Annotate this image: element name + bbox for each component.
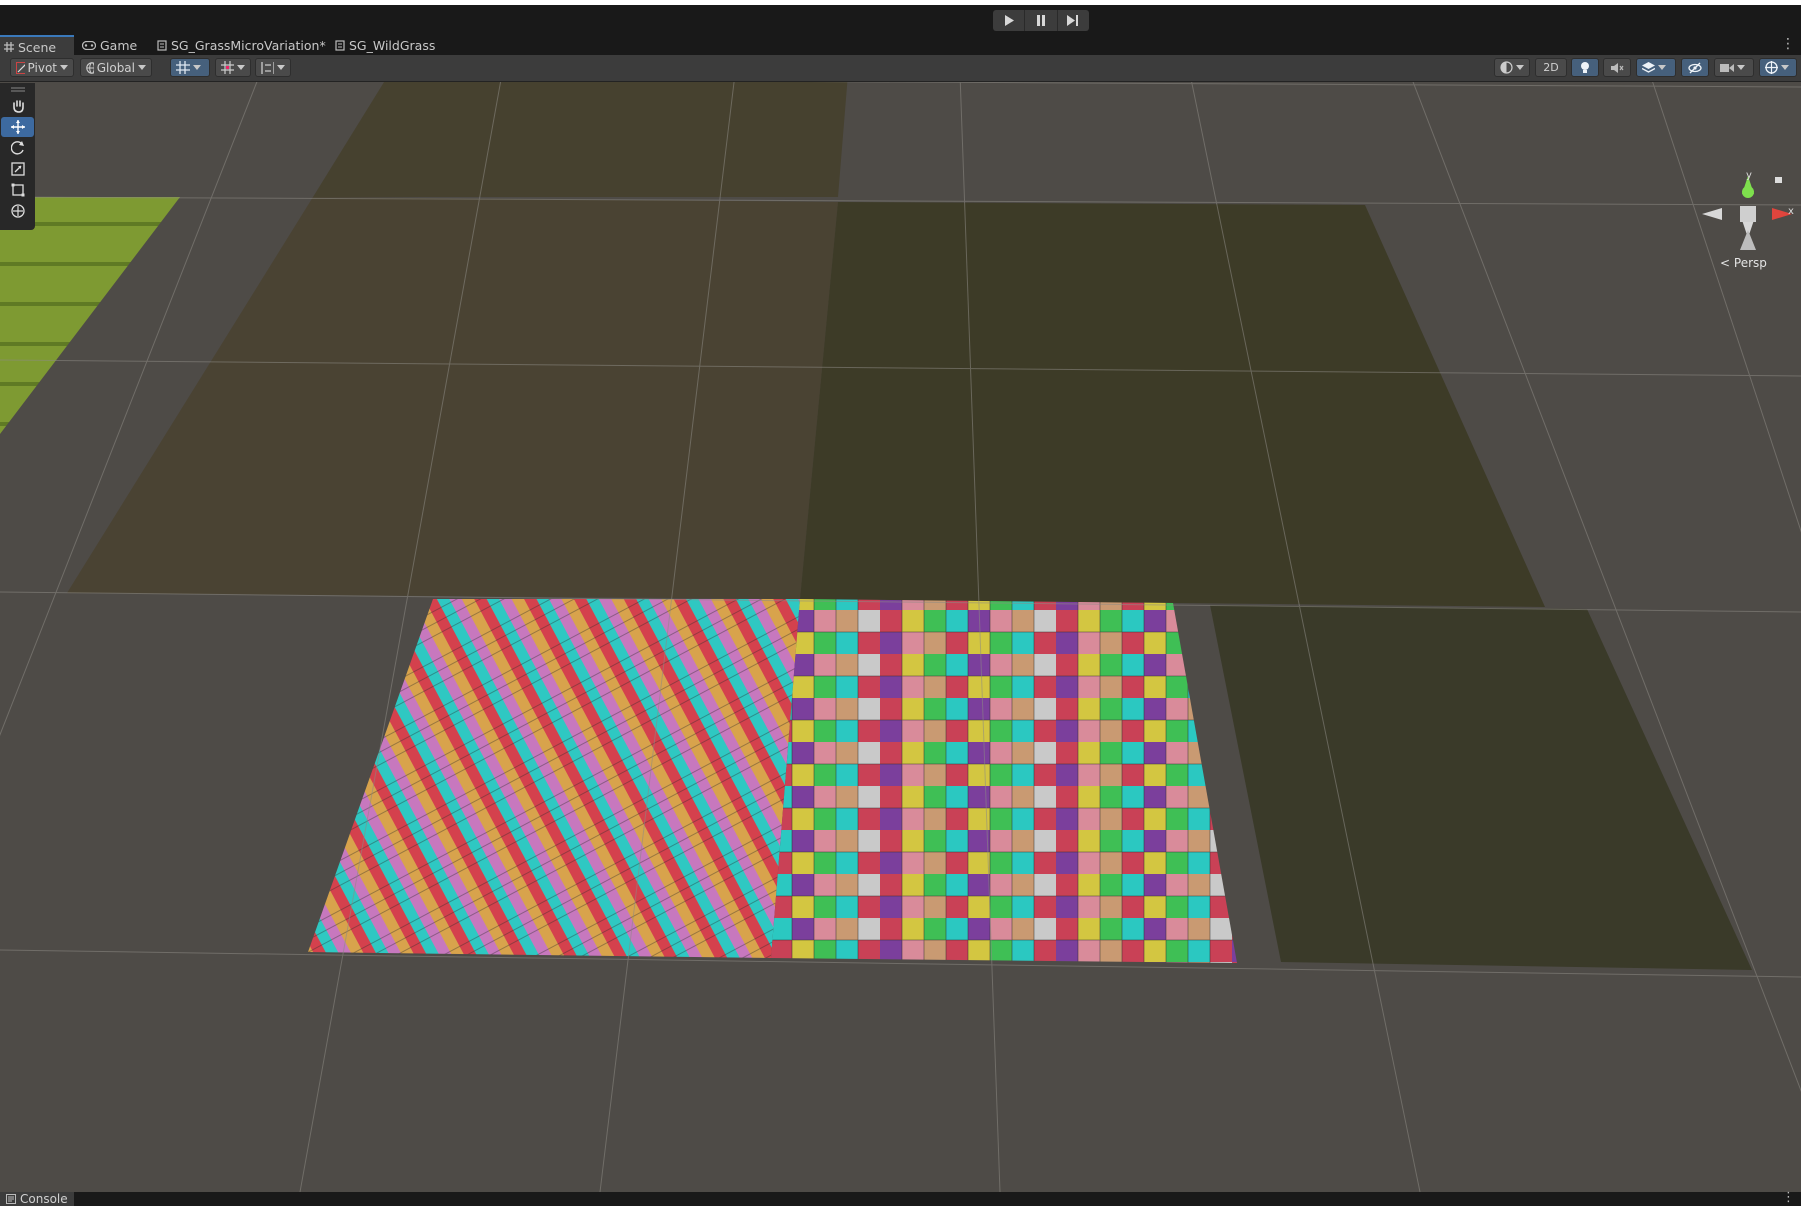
tab-sg-grass-micro-variation[interactable]: SG_GrassMicroVariation* [153, 36, 330, 55]
visibility-icon [1688, 62, 1702, 73]
playmode-controls [993, 10, 1089, 31]
pause-button[interactable] [1025, 10, 1058, 31]
global-label: Global [96, 60, 135, 75]
align-icon [261, 61, 274, 74]
gizmo-x-label: x [1788, 206, 1794, 217]
tab-menu-icon[interactable]: ⋮ [1781, 36, 1795, 52]
editor-tab-bar: Scene Game SG_GrassMicroVariation* SG_Wi… [0, 35, 1801, 57]
step-icon [1067, 15, 1079, 26]
rect-icon [11, 183, 24, 197]
tab-game[interactable]: Game [78, 36, 141, 55]
audio-mute-icon [1610, 62, 1623, 73]
scale-tool[interactable] [1, 159, 34, 179]
scene-visibility-toggle[interactable] [1681, 58, 1709, 77]
tab-label: SG_GrassMicroVariation* [171, 38, 326, 53]
hand-icon [12, 100, 24, 113]
tab-label: Game [100, 38, 138, 53]
transform-icon [10, 204, 25, 218]
pivot-dropdown[interactable]: Pivot [10, 58, 74, 77]
shader-graph-icon [157, 40, 167, 51]
camera-icon [1720, 63, 1734, 72]
lightbulb-icon [1581, 62, 1589, 73]
shader-graph-icon [335, 40, 345, 51]
console-icon [6, 1194, 16, 1204]
grid-snapping-toggle[interactable] [170, 58, 210, 77]
move-icon [10, 120, 25, 134]
tools-overlay [0, 83, 35, 230]
playmode-bar [0, 5, 1801, 36]
chevron-left-icon: < [1720, 256, 1731, 270]
console-menu-icon[interactable]: ⋮ [1782, 1190, 1795, 1205]
pause-icon [1036, 15, 1045, 26]
incremental-snap-dropdown[interactable] [215, 58, 251, 77]
tab-label: Scene [18, 39, 57, 55]
chevron-down-icon [1781, 65, 1789, 70]
global-dropdown[interactable]: Global [80, 58, 152, 77]
tab-console[interactable]: Console [0, 1192, 74, 1206]
shading-mode-icon [1500, 61, 1513, 74]
step-button[interactable] [1058, 10, 1089, 31]
scene-lighting-toggle[interactable] [1571, 58, 1599, 77]
chevron-down-icon [60, 65, 68, 70]
chevron-down-icon [277, 65, 285, 70]
transform-tool[interactable] [1, 201, 34, 221]
rotate-tool[interactable] [1, 138, 34, 158]
draw-mode-dropdown[interactable] [1494, 58, 1530, 77]
tab-label: SG_WildGrass [349, 38, 436, 53]
scene-render [0, 82, 1801, 1192]
align-dropdown[interactable] [255, 58, 291, 77]
snap-increment-icon [221, 61, 234, 74]
chevron-down-icon [1516, 65, 1524, 70]
hand-tool[interactable] [1, 96, 34, 116]
scene-audio-toggle[interactable] [1603, 58, 1631, 77]
layers-icon [1642, 61, 1655, 73]
scene-toolbar: Pivot Global 2D [0, 55, 1801, 82]
chevron-down-icon [1737, 65, 1745, 70]
console-panel: Console ⋮ [0, 1190, 1801, 1206]
grid-icon [4, 42, 14, 52]
projection-toggle[interactable]: < Persp [1720, 256, 1767, 270]
grip-icon[interactable] [0, 83, 35, 95]
globe-icon [86, 61, 94, 74]
uv-test-plane-large [771, 599, 1237, 963]
projection-label: Persp [1733, 256, 1767, 270]
toggle-2d-button[interactable]: 2D [1535, 58, 1567, 77]
play-button[interactable] [993, 10, 1026, 31]
toggle-2d-label: 2D [1543, 61, 1559, 74]
terrain-plane-top [313, 82, 848, 197]
rotate-icon [10, 141, 24, 155]
console-label: Console [20, 1192, 68, 1206]
chevron-down-icon [138, 65, 146, 70]
gamepad-icon [82, 41, 96, 50]
play-icon [1004, 15, 1014, 26]
chevron-down-icon [237, 65, 245, 70]
tab-sg-wild-grass[interactable]: SG_WildGrass [331, 36, 439, 55]
gizmo-icon [1765, 61, 1778, 74]
chevron-down-icon [1658, 65, 1666, 70]
scene-effects-dropdown[interactable] [1636, 58, 1676, 77]
gizmos-dropdown[interactable] [1759, 58, 1797, 77]
move-tool[interactable] [1, 117, 34, 137]
chevron-down-icon [193, 65, 201, 70]
gizmo-y-label: y [1746, 170, 1752, 181]
scale-icon [10, 162, 25, 176]
tab-scene[interactable]: Scene [0, 35, 74, 57]
grid-snap-icon [176, 61, 190, 74]
pivot-icon [16, 61, 25, 74]
scene-viewport[interactable]: y x < Persp [0, 82, 1801, 1192]
pivot-label: Pivot [27, 60, 57, 75]
scene-camera-dropdown[interactable] [1714, 58, 1754, 77]
rect-tool[interactable] [1, 180, 34, 200]
